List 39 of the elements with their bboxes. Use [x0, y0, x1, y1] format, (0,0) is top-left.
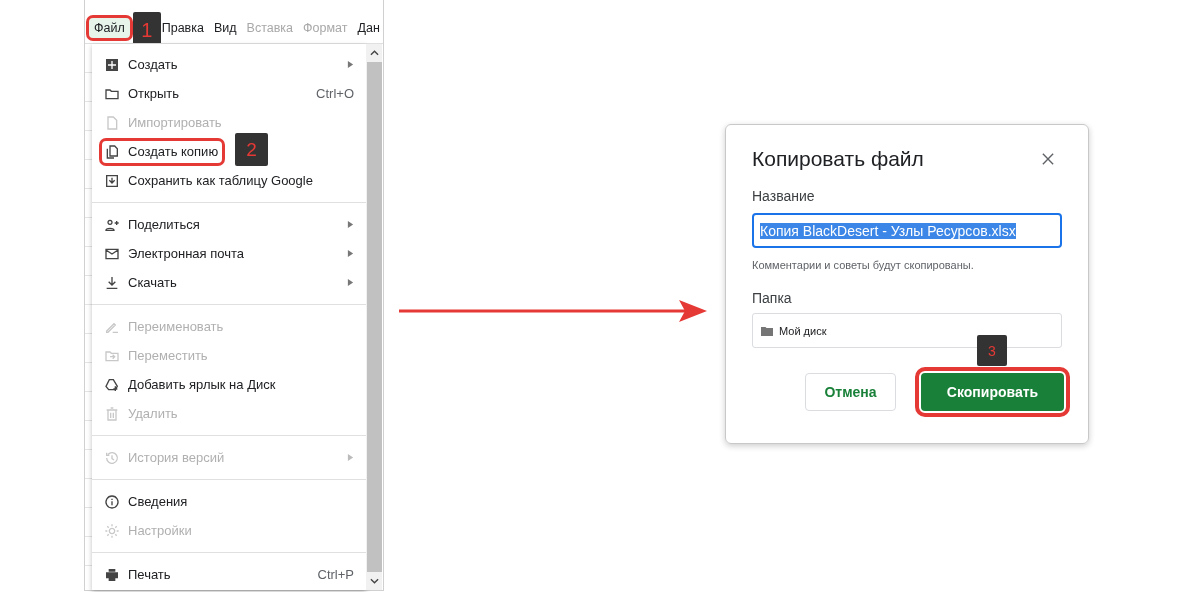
menu-item[interactable]: Электронная почта	[102, 242, 248, 265]
field-label: Папка	[752, 290, 793, 306]
menu-item[interactable]: Добавить ярлык на Диск	[102, 373, 280, 396]
print-icon	[104, 566, 120, 583]
menu-item[interactable]: Печать	[102, 563, 175, 586]
caret-down-icon[interactable]	[369, 578, 379, 584]
cancel-button[interactable]: Отмена	[805, 373, 896, 411]
info-icon	[104, 493, 120, 510]
folder-icon	[761, 325, 773, 336]
field-label: Название	[752, 188, 816, 204]
step-badge: 3	[977, 335, 1007, 366]
shortcut-text: Ctrl+P	[317, 567, 354, 582]
file-icon	[104, 114, 120, 131]
shortcut-text: Ctrl+O	[316, 86, 354, 101]
menu-bar-item[interactable]: Дан	[352, 18, 383, 38]
menu-bar-item[interactable]: Файл	[89, 18, 130, 38]
import-icon	[104, 172, 120, 189]
menu-item[interactable]: Скачать	[102, 271, 181, 294]
menu-bar-item[interactable]: Вид	[208, 18, 242, 38]
table-icon	[104, 56, 120, 73]
trash-icon	[104, 405, 120, 422]
download-icon	[104, 274, 120, 291]
menu-item[interactable]: Сохранить как таблицу Google	[102, 169, 317, 192]
copy-icon	[104, 143, 120, 160]
menu-item[interactable]: Создать	[102, 53, 182, 76]
step-badge: 1	[132, 12, 161, 43]
name-field[interactable]: Копия BlackDesert - Узлы Ресурсов.xlsx	[752, 213, 1062, 248]
scrollbar[interactable]	[366, 44, 382, 590]
caret-up-icon[interactable]	[369, 50, 379, 56]
menu-item[interactable]: Создать копию	[102, 140, 223, 163]
menu-item[interactable]: Сведения	[102, 490, 192, 513]
step-badge: 2	[235, 133, 268, 166]
menu-item[interactable]: Поделиться	[102, 213, 204, 236]
menu-item[interactable]: Открыть	[102, 82, 184, 105]
close-icon[interactable]	[1042, 153, 1054, 165]
history-icon	[104, 449, 120, 466]
hint-text: Комментарии и советы будут скопированы.	[752, 259, 975, 271]
gear-icon	[104, 522, 120, 539]
dialog-title: Копировать файл	[752, 147, 924, 171]
